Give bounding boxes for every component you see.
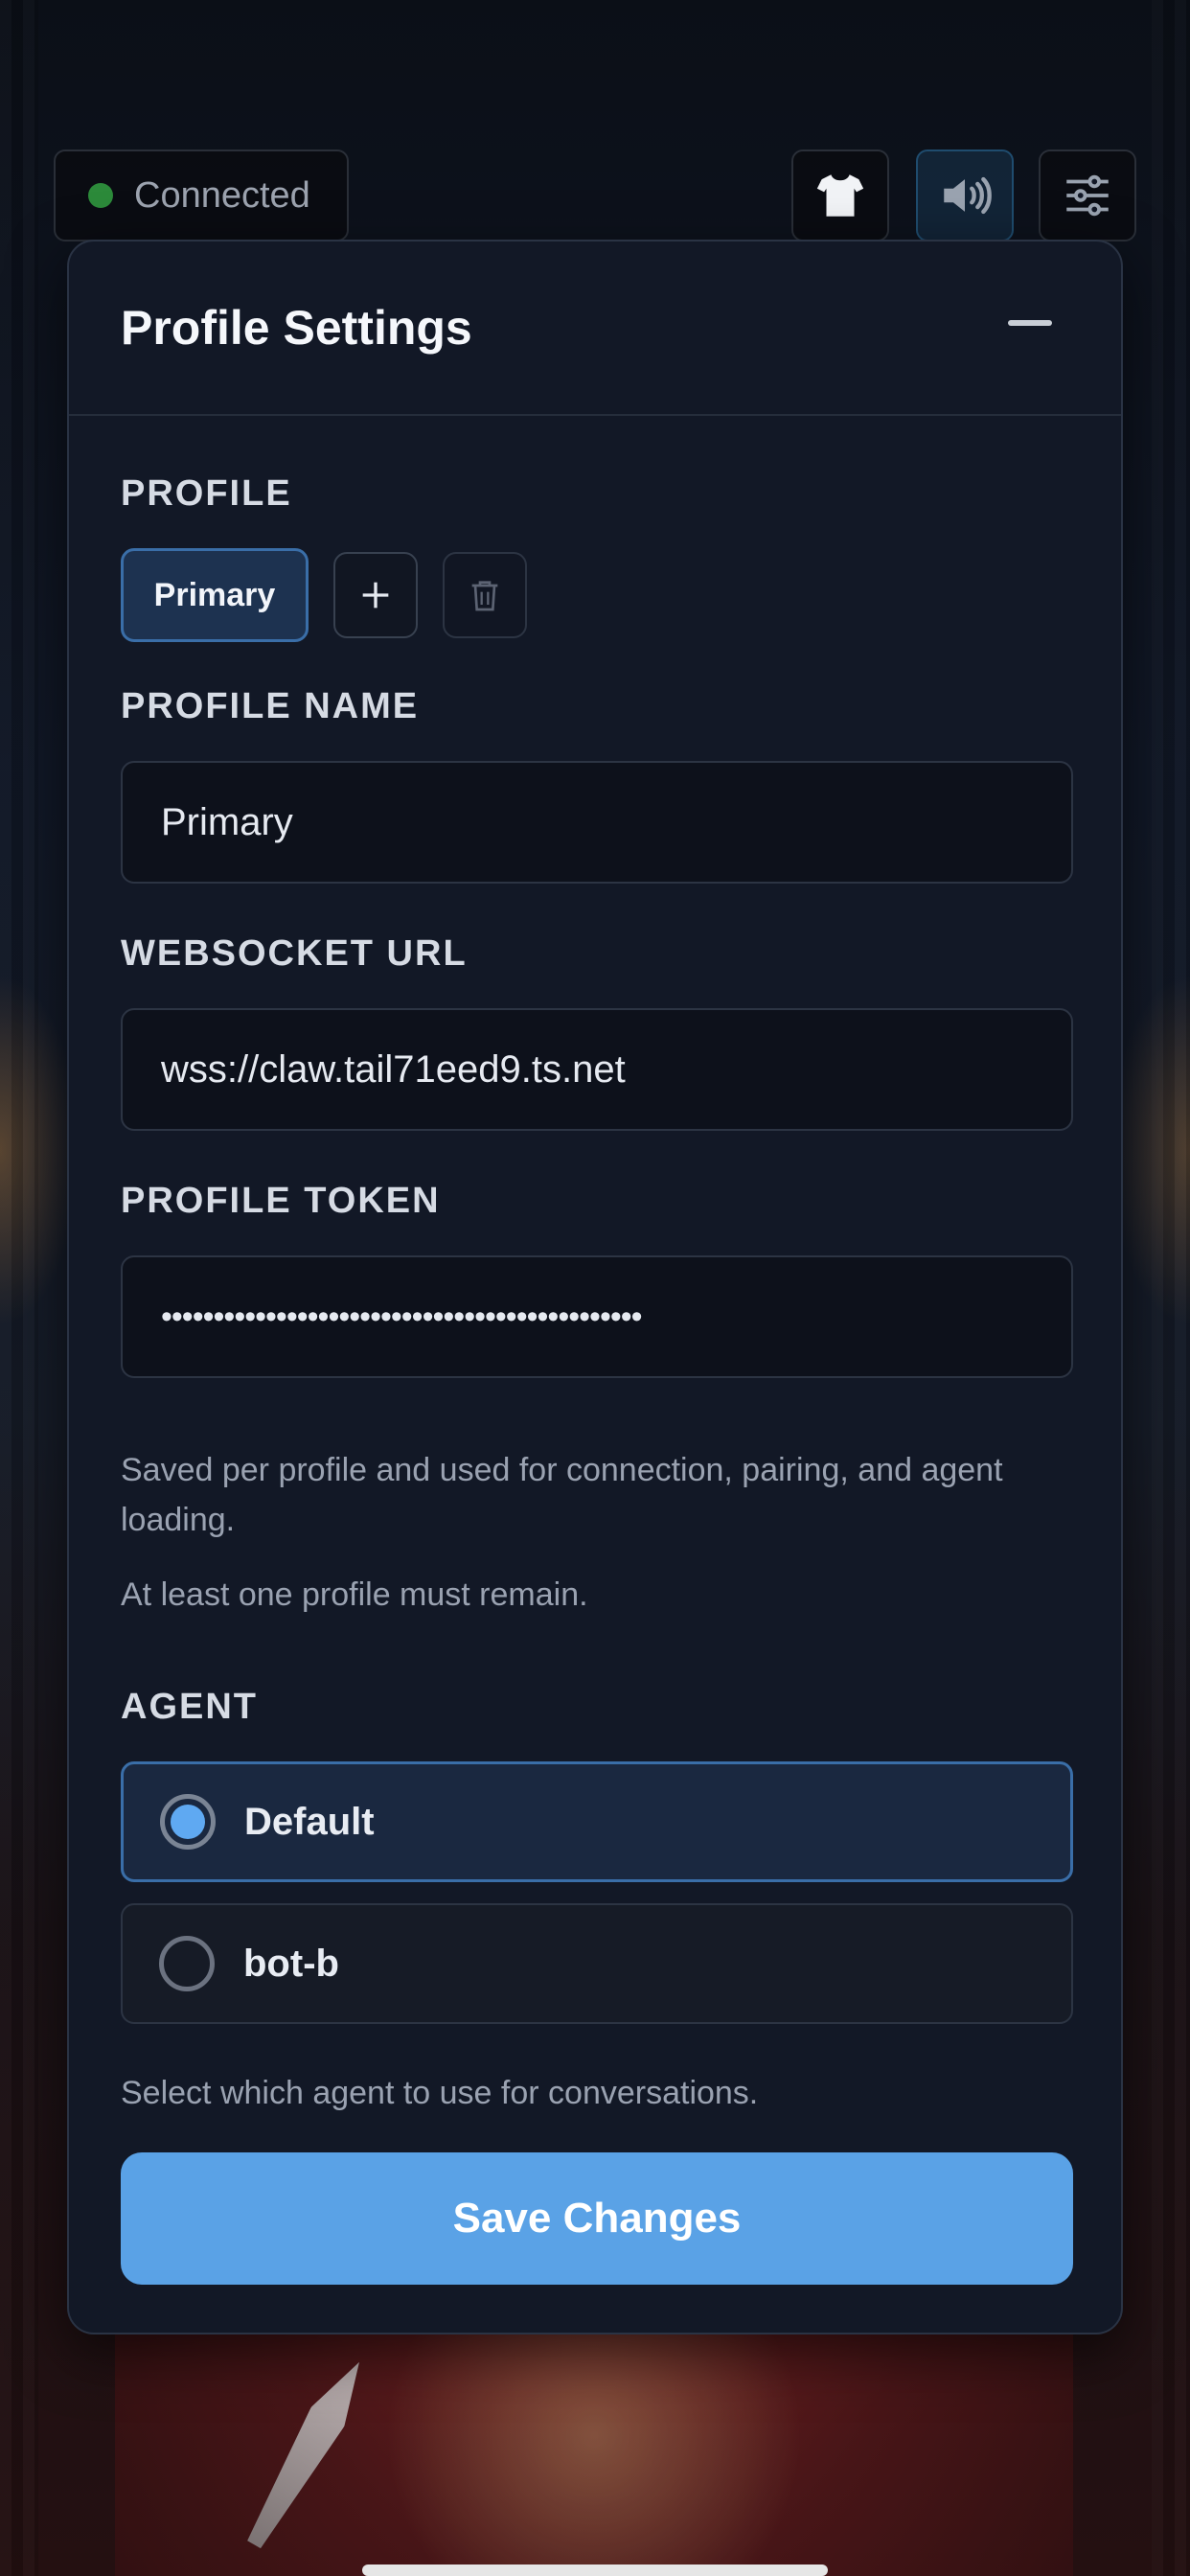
profile-help-text: Saved per profile and used for connectio… <box>121 1452 1003 1538</box>
websocket-url-label: WEBSOCKET URL <box>121 933 468 974</box>
sound-button[interactable] <box>916 150 1014 242</box>
profile-name-input[interactable]: Primary <box>121 761 1073 884</box>
agent-option-bot-b[interactable]: bot-b <box>121 1903 1073 2024</box>
profile-section-label: PROFILE <box>121 473 292 514</box>
agent-option-label: bot-b <box>243 1942 339 1985</box>
agent-option-default[interactable]: Default <box>121 1761 1073 1882</box>
sliders-icon <box>1066 174 1109 217</box>
profile-token-input[interactable]: ••••••••••••••••••••••••••••••••••••••••… <box>121 1255 1073 1378</box>
speaker-icon <box>944 176 992 215</box>
profile-settings-panel: Profile Settings PROFILE Primary PROFILE… <box>67 240 1123 2334</box>
websocket-url-input[interactable]: wss://claw.tail71eed9.ts.net <box>121 1008 1073 1131</box>
agent-option-label: Default <box>244 1800 375 1843</box>
minimize-button[interactable] <box>1008 320 1052 326</box>
radio-button[interactable] <box>159 1936 215 1991</box>
add-profile-button[interactable] <box>333 552 418 638</box>
save-changes-button[interactable]: Save Changes <box>121 2152 1073 2285</box>
profile-token-label: PROFILE TOKEN <box>121 1181 441 1221</box>
agent-section-label: AGENT <box>121 1687 258 1727</box>
outfit-button[interactable] <box>791 150 889 242</box>
delete-profile-button[interactable] <box>443 552 527 638</box>
panel-header: Profile Settings <box>69 242 1121 416</box>
connection-status: Connected <box>54 150 349 242</box>
panel-title: Profile Settings <box>121 301 472 355</box>
agent-help-text: Select which agent to use for conversati… <box>121 2075 759 2111</box>
profile-remain-note: At least one profile must remain. <box>121 1576 588 1613</box>
status-label: Connected <box>134 174 310 216</box>
profile-name-label: PROFILE NAME <box>121 686 420 726</box>
plus-icon <box>362 582 389 609</box>
trash-icon <box>471 581 498 611</box>
radio-button-selected[interactable] <box>160 1794 216 1850</box>
shirt-icon <box>816 174 864 217</box>
settings-button[interactable] <box>1039 150 1136 242</box>
status-dot <box>88 183 113 208</box>
profile-chip-primary[interactable]: Primary <box>121 548 309 642</box>
home-indicator <box>362 2564 828 2576</box>
